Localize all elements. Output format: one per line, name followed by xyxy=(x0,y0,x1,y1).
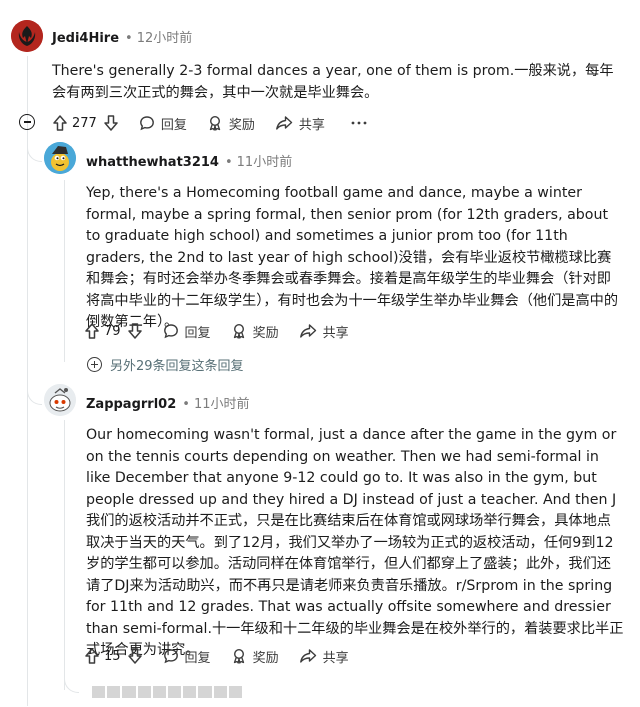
minus-circle-icon xyxy=(23,121,31,123)
speech-bubble-icon xyxy=(163,649,178,664)
thread-line-reply-2 xyxy=(64,420,65,690)
reply-button[interactable]: 回复 xyxy=(163,647,211,666)
reply-label: 回复 xyxy=(184,325,211,341)
more-replies-link[interactable]: 另外29条回复这条回复 xyxy=(87,355,244,374)
award-label: 奖励 xyxy=(252,650,279,666)
thread-elbow-reply-2 xyxy=(27,372,42,405)
comment-body: Our homecoming wasn't formal, just a dan… xyxy=(86,427,624,658)
comment-author[interactable]: Jedi4Hire xyxy=(52,31,119,46)
share-label: 共享 xyxy=(322,325,349,341)
share-arrow-icon xyxy=(299,649,316,663)
comment-time[interactable]: 11小时前 xyxy=(237,155,293,170)
comment-body: Yep, there's a Homecoming football game … xyxy=(86,185,619,330)
snoo-avatar-icon xyxy=(44,384,76,416)
vote-count: 15 xyxy=(104,648,121,664)
comment-time[interactable]: 12小时前 xyxy=(137,31,193,46)
share-button[interactable]: 共享 xyxy=(299,647,349,666)
thread-elbow-next xyxy=(64,676,79,693)
arrow-up-icon xyxy=(85,323,99,339)
more-replies-label: 另外29条回复这条回复 xyxy=(110,359,244,374)
avatar[interactable] xyxy=(44,142,76,174)
downvote-button[interactable] xyxy=(103,114,119,132)
share-arrow-icon xyxy=(299,324,316,338)
comment-actions: 15 回复 奖励 共享 xyxy=(84,644,349,668)
avatar[interactable] xyxy=(44,384,76,416)
thread-line-reply-1 xyxy=(64,180,65,362)
arrow-up-icon xyxy=(85,648,99,664)
plus-circle-icon xyxy=(87,357,102,372)
truncated-next-item xyxy=(92,686,243,698)
award-ribbon-icon xyxy=(209,115,220,131)
rebel-alliance-icon xyxy=(11,20,43,52)
comment-time[interactable]: 11小时前 xyxy=(194,397,250,412)
speech-bubble-icon xyxy=(163,324,178,339)
comment-meta: Zappagrrl02 • 11小时前 xyxy=(86,397,250,412)
ellipsis-icon xyxy=(351,121,367,125)
reply-label: 回复 xyxy=(184,650,211,666)
reply-label: 回复 xyxy=(160,117,187,133)
share-button[interactable]: 共享 xyxy=(275,114,325,133)
award-label: 奖励 xyxy=(228,117,255,133)
arrow-down-icon xyxy=(104,115,118,131)
arrow-up-icon xyxy=(53,115,67,131)
comment-meta: whatthewhat3214 • 11小时前 xyxy=(86,155,293,170)
award-button[interactable]: 奖励 xyxy=(231,322,279,341)
more-options-button[interactable] xyxy=(351,121,367,125)
share-button[interactable]: 共享 xyxy=(299,322,349,341)
comment-actions: 277 回复 奖励 共享 xyxy=(52,111,367,135)
upvote-button[interactable] xyxy=(84,647,100,665)
award-button[interactable]: 奖励 xyxy=(231,647,279,666)
share-arrow-icon xyxy=(275,116,293,130)
avatar[interactable] xyxy=(11,20,43,52)
share-label: 共享 xyxy=(298,117,325,133)
snoo-avatar-icon xyxy=(44,142,76,174)
comment-author[interactable]: Zappagrrl02 xyxy=(86,397,176,412)
award-ribbon-icon xyxy=(233,323,244,339)
share-label: 共享 xyxy=(322,650,349,666)
arrow-down-icon xyxy=(127,648,142,664)
arrow-down-icon xyxy=(127,323,142,339)
thread-elbow-reply-1 xyxy=(27,133,42,162)
comment-meta: Jedi4Hire • 12小时前 xyxy=(52,31,193,46)
comment-body: There's generally 2-3 formal dances a ye… xyxy=(52,63,614,101)
downvote-button[interactable] xyxy=(127,322,143,340)
downvote-button[interactable] xyxy=(127,647,143,665)
collapse-thread-button[interactable] xyxy=(19,114,35,130)
vote-count: 277 xyxy=(72,115,97,131)
speech-bubble-icon xyxy=(139,116,154,131)
reply-button[interactable]: 回复 xyxy=(139,114,187,133)
vote-count: 79 xyxy=(104,323,121,339)
comment-author[interactable]: whatthewhat3214 xyxy=(86,155,219,170)
comment-actions: 79 回复 奖励 共享 xyxy=(84,319,349,343)
upvote-button[interactable] xyxy=(52,114,68,132)
upvote-button[interactable] xyxy=(84,322,100,340)
award-label: 奖励 xyxy=(252,325,279,341)
reply-button[interactable]: 回复 xyxy=(163,322,211,341)
award-ribbon-icon xyxy=(233,648,244,664)
award-button[interactable]: 奖励 xyxy=(207,114,255,133)
